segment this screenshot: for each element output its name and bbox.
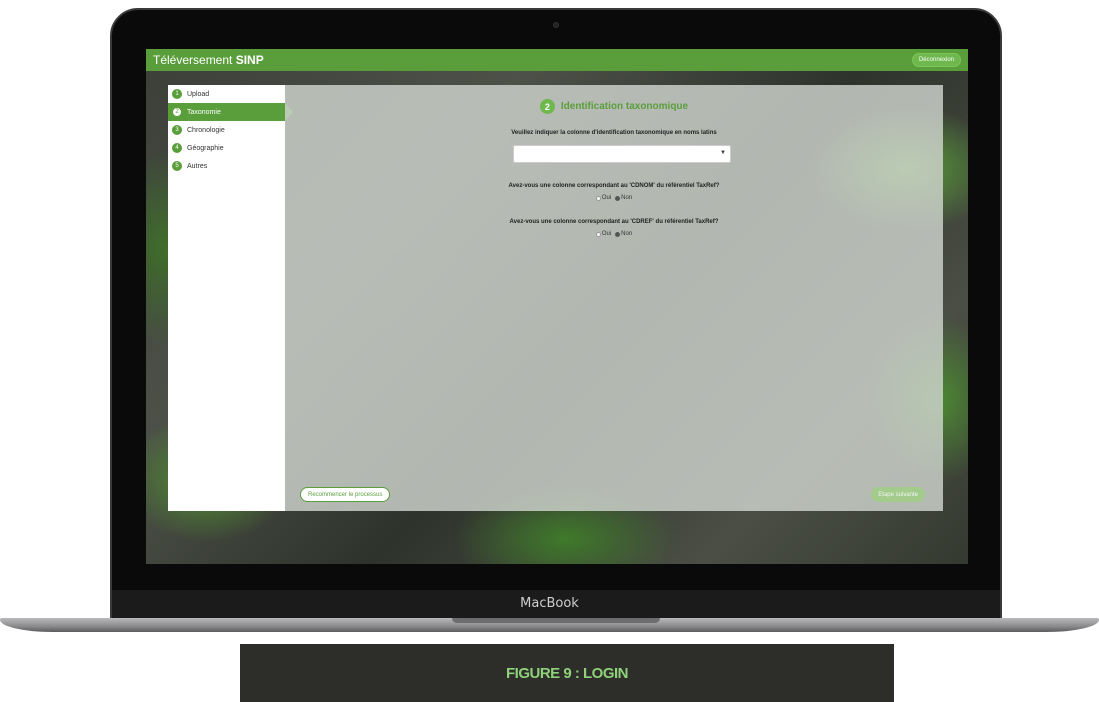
app-title-bold: SINP — [235, 53, 264, 67]
section-header: 2 Identification taxonomique — [285, 99, 943, 114]
logout-button[interactable]: Déconnexion — [911, 53, 961, 67]
step-label: Autres — [187, 162, 208, 170]
cdnom-question: Avez-vous une colonne correspondant au '… — [508, 183, 720, 189]
radio-label: Oui — [601, 195, 612, 201]
radio-dot-icon — [595, 195, 601, 201]
app-header: Téléversement SINP Déconnexion — [146, 49, 968, 71]
app-title: Téléversement SINP — [153, 53, 264, 67]
step-label: Géographie — [187, 144, 224, 152]
figure-caption-box: FIGURE 9 : LOGIN — [240, 644, 894, 702]
taxonomy-column-question: Veuillez indiquer la colonne d'identific… — [511, 130, 717, 136]
sidebar-step-geographie[interactable]: 4 Géographie — [168, 139, 285, 157]
taxonomy-column-select[interactable]: ▼ — [513, 145, 731, 163]
cdnom-no-radio[interactable]: Non — [615, 195, 632, 201]
sidebar-step-chronologie[interactable]: 3 Chronologie — [168, 121, 285, 139]
step-label: Upload — [187, 90, 210, 98]
cdref-no-radio[interactable]: Non — [615, 231, 632, 237]
step-label: Chronologie — [187, 126, 225, 134]
camera-icon — [553, 22, 559, 28]
cdnom-radio-group: Oui Non — [285, 195, 943, 201]
step-number: 3 — [172, 125, 182, 135]
step-number: 4 — [172, 143, 182, 153]
cdnom-yes-radio[interactable]: Oui — [595, 195, 612, 201]
step-number: 2 — [172, 107, 182, 117]
step-number: 5 — [172, 161, 182, 171]
step-label: Taxonomie — [187, 108, 221, 116]
radio-dot-icon — [615, 231, 621, 237]
next-step-button[interactable]: Etape suivante — [871, 487, 925, 502]
radio-label: Oui — [601, 231, 612, 237]
device-label: MacBook — [520, 596, 579, 611]
radio-dot-icon — [615, 195, 621, 201]
sidebar-step-upload[interactable]: 1 Upload — [168, 85, 285, 103]
radio-label: Non — [621, 231, 633, 237]
restart-process-button[interactable]: Recommencer le processus — [300, 487, 391, 502]
section-number: 2 — [539, 99, 555, 114]
sidebar-step-autres[interactable]: 5 Autres — [168, 157, 285, 175]
main-panel: 2 Identification taxonomique Veuillez in… — [285, 85, 943, 511]
radio-label: Non — [621, 195, 633, 201]
sidebar-step-taxonomie[interactable]: 2 Taxonomie — [168, 103, 293, 121]
app-title-regular: Téléversement — [153, 53, 236, 67]
caret-down-icon: ▼ — [720, 150, 726, 156]
cdref-yes-radio[interactable]: Oui — [595, 231, 612, 237]
cdref-radio-group: Oui Non — [285, 231, 943, 237]
screen: Téléversement SINP Déconnexion 1 Upload … — [146, 49, 968, 564]
laptop-notch — [452, 618, 660, 623]
step-sidebar: 1 Upload 2 Taxonomie 3 Chronologie 4 Géo… — [168, 85, 293, 511]
section-title: Identification taxonomique — [560, 101, 689, 112]
figure-caption: FIGURE 9 : LOGIN — [505, 664, 629, 682]
step-number: 1 — [172, 89, 182, 99]
cdref-question: Avez-vous une colonne correspondant au '… — [509, 219, 719, 225]
radio-dot-icon — [595, 231, 601, 237]
